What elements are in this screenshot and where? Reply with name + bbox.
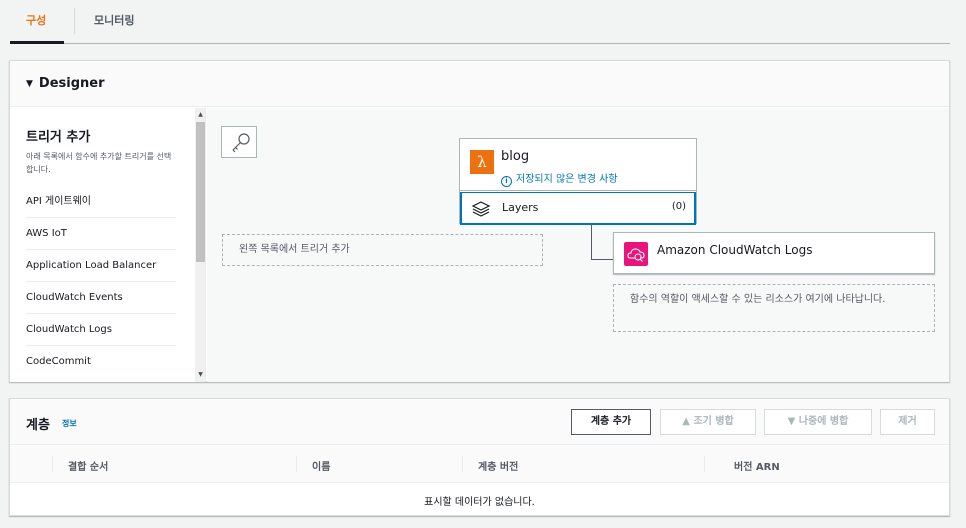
layers-panel: 계층 정보 계층 추가 ▲ 조기 병합 ▼ 나중에 병합 제거 결합 순서 이름… — [9, 398, 950, 516]
table-header-row: 결합 순서 이름 계층 버전 버전 ARN — [10, 446, 949, 483]
designer-title-text: Designer — [38, 76, 105, 91]
column-header-merge-order[interactable]: 결합 순서 — [68, 458, 108, 473]
column-divider — [52, 456, 53, 472]
info-icon: i — [501, 176, 512, 187]
empty-table-message: 표시할 데이터가 없습니다. — [424, 497, 535, 508]
column-divider — [296, 456, 297, 472]
trigger-item-api-gateway[interactable]: API 게이트웨이 — [26, 186, 176, 218]
column-header-version-arn[interactable]: 버전 ARN — [734, 458, 780, 473]
layers-panel-header: 계층 정보 계층 추가 ▲ 조기 병합 ▼ 나중에 병합 제거 — [10, 399, 949, 445]
trigger-item-aws-iot[interactable]: AWS IoT — [26, 218, 176, 250]
scroll-thumb[interactable] — [196, 122, 205, 262]
column-header-name[interactable]: 이름 — [312, 458, 330, 473]
connector-line — [591, 225, 592, 259]
connector-line — [591, 259, 613, 260]
function-name: blog — [501, 149, 530, 164]
merge-later-button[interactable]: ▼ 나중에 병합 — [764, 409, 872, 435]
tab-bar: 구성 모니터링 — [10, 0, 950, 44]
designer-panel: ▼ Designer 트리거 추가 아래 목록에서 함수에 추가할 트리거를 선택… — [9, 60, 950, 382]
layers-panel-title: 계층 — [26, 418, 50, 433]
tab-configuration[interactable]: 구성 — [26, 12, 46, 28]
layers-count: (0) — [671, 201, 686, 212]
cloudwatch-logs-label: Amazon CloudWatch Logs — [657, 243, 813, 257]
column-divider — [462, 456, 463, 472]
lambda-icon: λ — [470, 150, 494, 174]
tab-separator — [74, 8, 75, 34]
sidebar-description: 아래 목록에서 함수에 추가할 트리거를 선택합니다. — [26, 152, 172, 174]
cloudwatch-logs-destination[interactable]: Amazon CloudWatch Logs — [613, 232, 935, 274]
layers-info-link[interactable]: 정보 — [62, 418, 77, 429]
trigger-item-codecommit[interactable]: CodeCommit — [26, 346, 176, 378]
layers-node[interactable]: Layers (0) — [460, 192, 696, 225]
layers-icon — [471, 201, 491, 217]
designer-canvas: 왼쪽 목록에서 트리거 추가 λ blog i 저장되지 않은 변경 사항 Lay… — [207, 108, 949, 382]
column-header-layer-version[interactable]: 계층 버전 — [478, 458, 518, 473]
resources-placeholder: 함수의 역할이 액세스할 수 있는 리소스가 여기에 나타납니다. — [613, 284, 935, 332]
active-tab-indicator — [10, 41, 64, 44]
scroll-up-arrow-icon[interactable]: ▲ — [196, 110, 205, 120]
tab-monitoring[interactable]: 모니터링 — [94, 12, 134, 28]
cloudwatch-logs-icon — [624, 242, 648, 266]
sidebar-scrollbar[interactable]: ▲ ▼ — [195, 108, 205, 382]
collapse-triangle-icon[interactable]: ▼ — [26, 79, 33, 89]
column-divider — [704, 456, 705, 472]
permissions-key-button[interactable] — [221, 126, 257, 158]
unsaved-changes-notice: i 저장되지 않은 변경 사항 — [501, 170, 618, 187]
trigger-item-cloudwatch-events[interactable]: CloudWatch Events — [26, 282, 176, 314]
layers-label: Layers — [502, 201, 539, 214]
add-layer-button[interactable]: 계층 추가 — [571, 409, 651, 435]
designer-header[interactable]: ▼ Designer — [10, 61, 949, 107]
sidebar-title: 트리거 추가 — [26, 130, 91, 145]
function-node[interactable]: λ blog i 저장되지 않은 변경 사항 Layers (0) — [459, 138, 697, 225]
remove-layer-button[interactable]: 제거 — [880, 409, 935, 435]
trigger-item-cloudwatch-logs[interactable]: CloudWatch Logs — [26, 314, 176, 346]
key-icon — [232, 133, 250, 153]
merge-earlier-button[interactable]: ▲ 조기 병합 — [660, 409, 756, 435]
designer-title[interactable]: ▼ Designer — [26, 76, 105, 91]
unsaved-changes-text: 저장되지 않은 변경 사항 — [516, 174, 618, 185]
add-trigger-placeholder[interactable]: 왼쪽 목록에서 트리거 추가 — [222, 234, 543, 266]
scroll-down-arrow-icon[interactable]: ▼ — [196, 370, 205, 380]
trigger-item-alb[interactable]: Application Load Balancer — [26, 250, 176, 282]
trigger-sidebar: 트리거 추가 아래 목록에서 함수에 추가할 트리거를 선택합니다. API 게… — [10, 108, 206, 382]
function-node-header[interactable]: λ blog i 저장되지 않은 변경 사항 — [460, 139, 696, 191]
